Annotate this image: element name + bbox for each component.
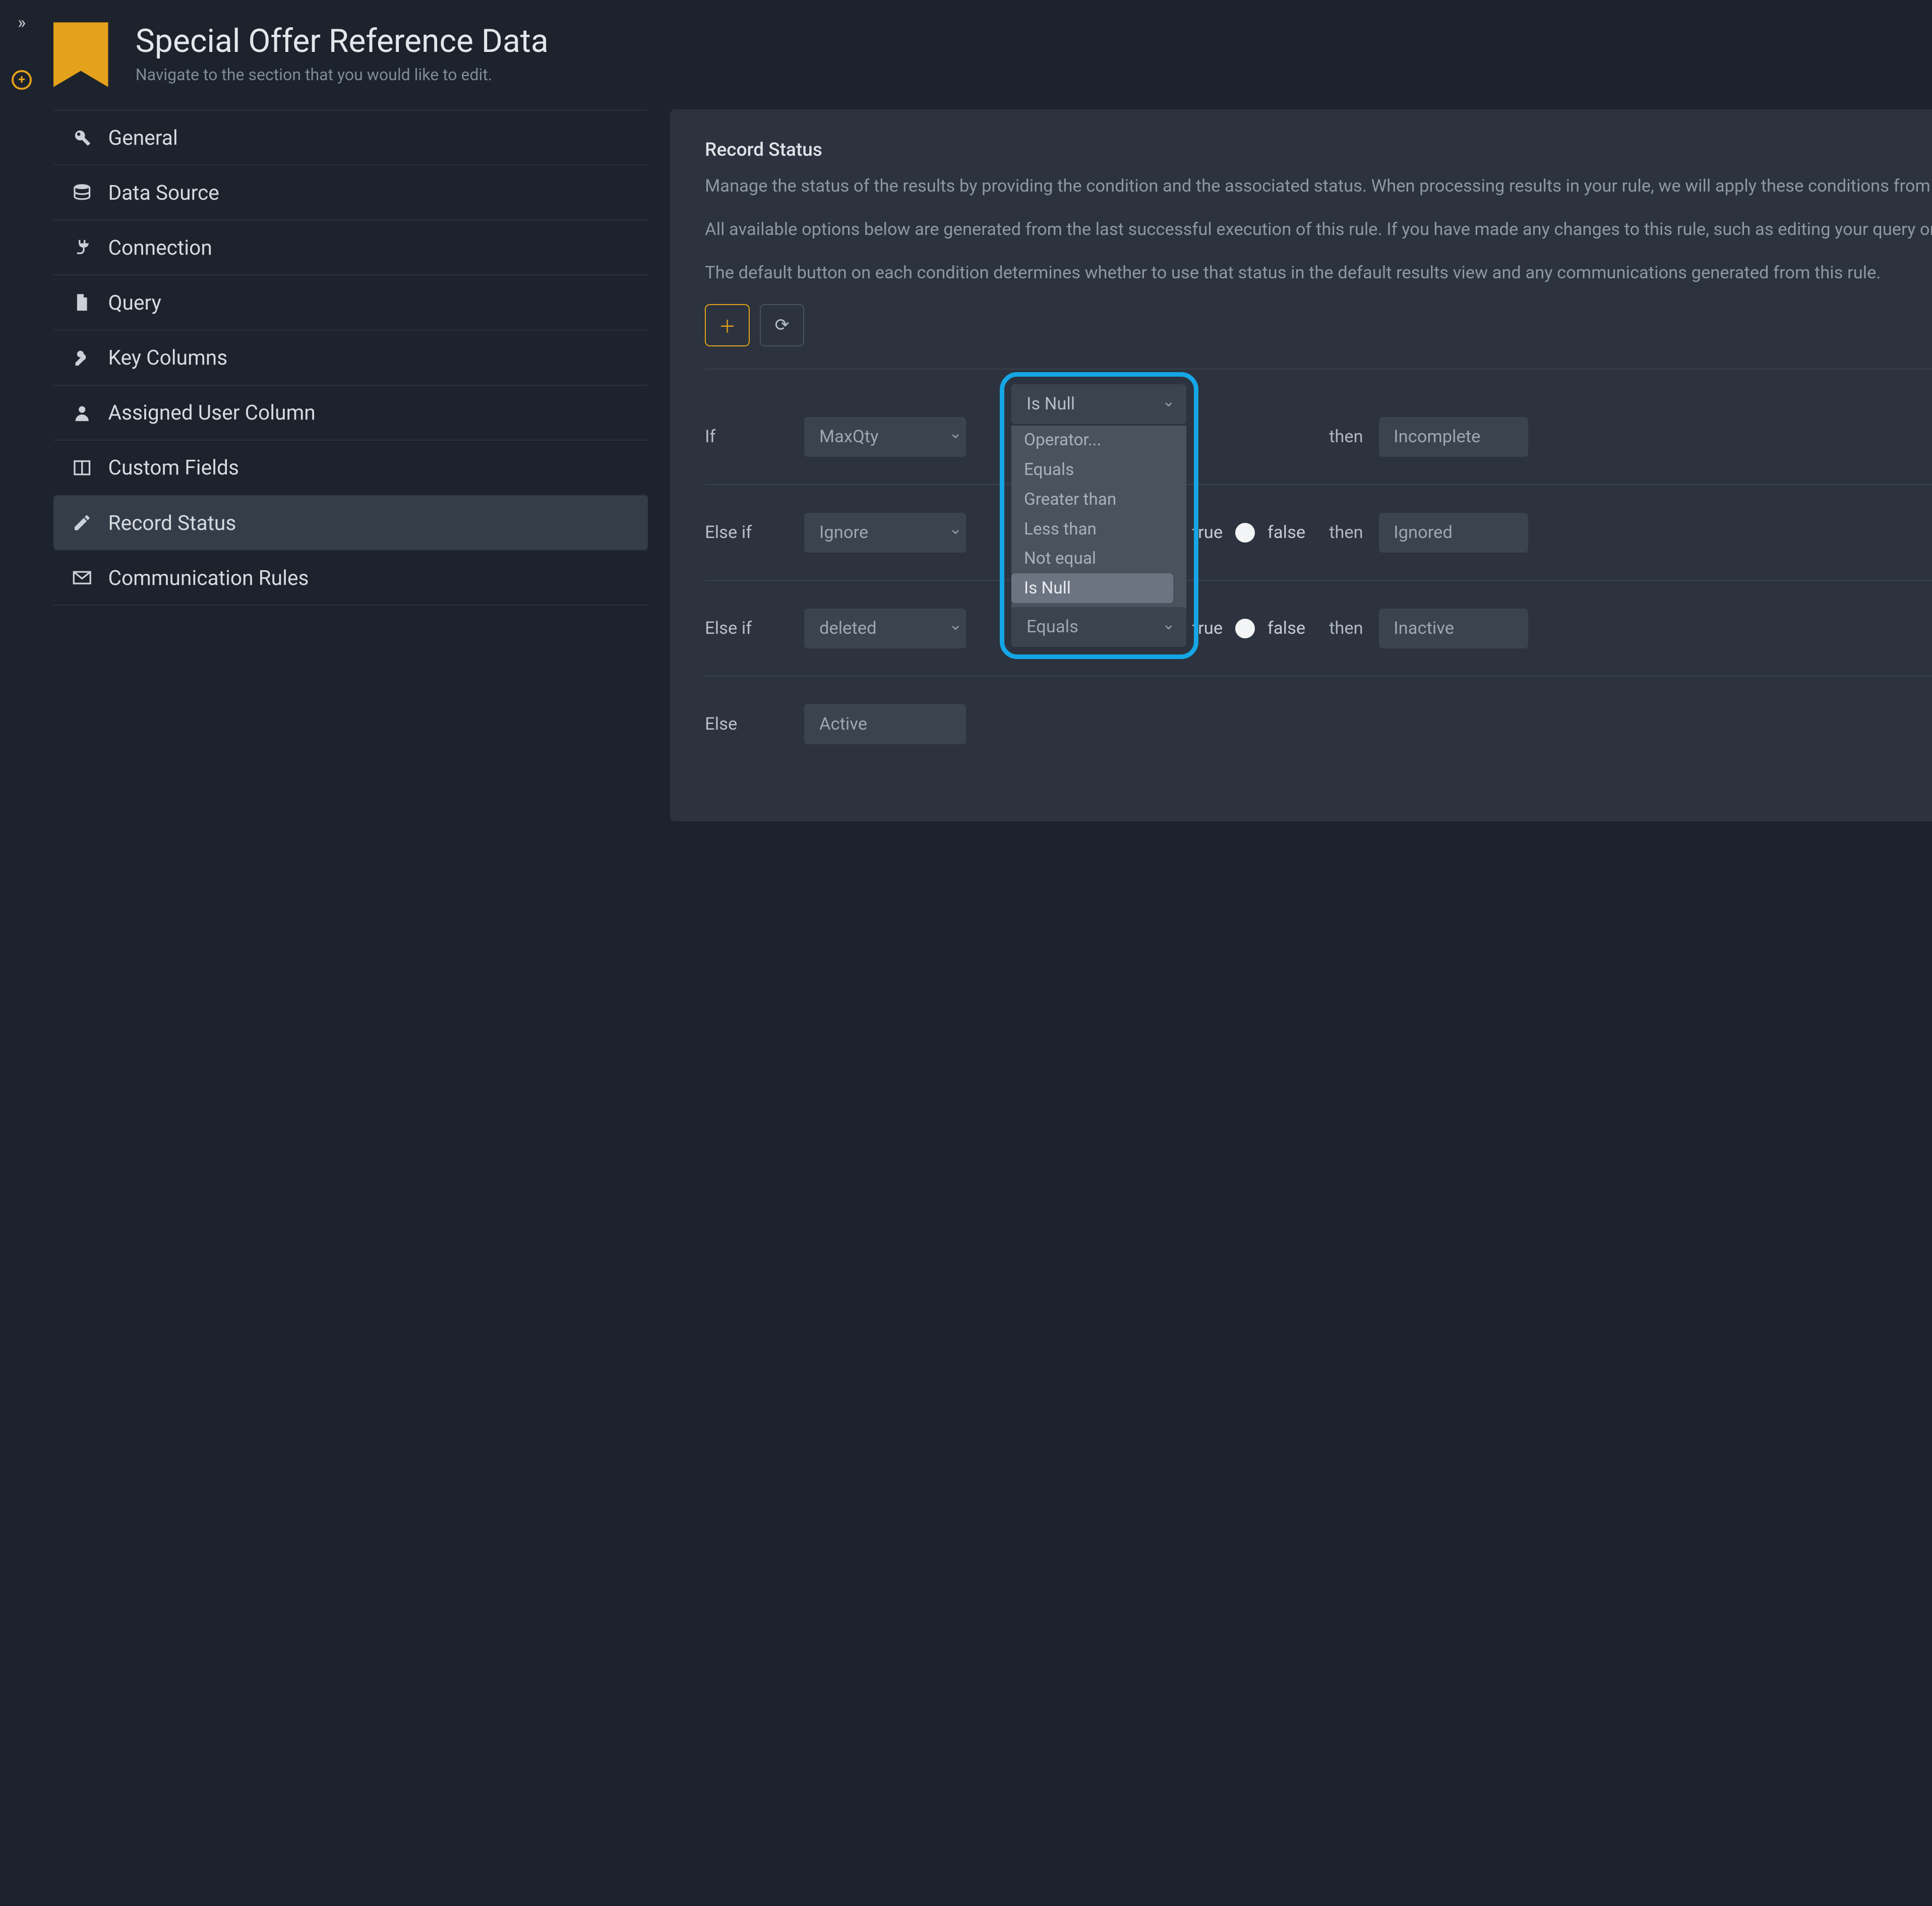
- rule-row-else: Else Active Default: [705, 677, 1932, 771]
- sidebar-item-general[interactable]: General: [53, 109, 648, 164]
- sidebar-item-assigned-user[interactable]: Assigned User Column: [53, 385, 648, 440]
- sidebar-item-label: Assigned User Column: [108, 400, 315, 425]
- sidebar-item-query[interactable]: Query: [53, 274, 648, 329]
- operator-option[interactable]: Equals: [1011, 455, 1186, 485]
- column-select[interactable]: Ignore: [804, 513, 966, 553]
- operator-dropdown-open: Is Null Operator... Equals Greater than …: [1000, 372, 1199, 659]
- bookmark-icon: [53, 22, 108, 87]
- operator-select[interactable]: Is Null: [1011, 384, 1186, 424]
- user-icon: [71, 403, 93, 423]
- rule-else-label: Else: [705, 714, 804, 734]
- add-circle-icon[interactable]: +: [12, 70, 31, 90]
- status-value[interactable]: Incomplete: [1379, 417, 1528, 457]
- key-icon: [71, 347, 93, 367]
- sidebar: General Data Source Connection Query Key…: [53, 109, 648, 821]
- sidebar-item-data-source[interactable]: Data Source: [53, 164, 648, 219]
- status-value[interactable]: Inactive: [1379, 609, 1528, 648]
- sidebar-item-key-columns[interactable]: Key Columns: [53, 330, 648, 385]
- rule-row: Else if deleted true false then Inactive…: [705, 581, 1932, 677]
- wrench-icon: [71, 128, 93, 147]
- status-value[interactable]: Ignored: [1379, 513, 1528, 553]
- sidebar-item-label: Record Status: [108, 511, 236, 535]
- radio-false-label: false: [1267, 618, 1305, 638]
- column-select-wrap: MaxQty: [804, 417, 973, 457]
- left-rail: » +: [0, 0, 43, 1906]
- title-block: Special Offer Reference Data Navigate to…: [136, 22, 549, 84]
- rule-elseif-label: Else if: [705, 618, 804, 638]
- content-paragraph-2: All available options below are generate…: [705, 217, 1932, 243]
- then-label: then: [1321, 427, 1378, 447]
- then-label: then: [1321, 618, 1378, 638]
- page-title: Special Offer Reference Data: [136, 22, 549, 60]
- content-panel: Record Status Manage the status of the r…: [670, 109, 1932, 821]
- content-paragraph-1: Manage the status of the results by prov…: [705, 173, 1932, 200]
- sidebar-item-connection[interactable]: Connection: [53, 219, 648, 274]
- rules-area: If MaxQty then Incomplete Default ⋮: [705, 389, 1932, 771]
- radio-false-label: false: [1267, 522, 1305, 543]
- file-icon: [71, 292, 93, 312]
- sidebar-item-label: General: [108, 126, 177, 150]
- radio-false[interactable]: [1235, 523, 1255, 543]
- envelope-icon: [71, 568, 93, 587]
- main-area: Special Offer Reference Data Navigate to…: [43, 0, 1932, 1906]
- content-heading: Record Status: [705, 139, 1932, 161]
- rule-row: If MaxQty then Incomplete Default ⋮: [705, 389, 1932, 485]
- refresh-rules-button[interactable]: ⟳: [760, 304, 805, 346]
- rule-if-label: If: [705, 427, 804, 447]
- add-rule-button[interactable]: ＋: [705, 304, 750, 346]
- operator-options-list: Operator... Equals Greater than Less tha…: [1011, 426, 1186, 612]
- content-paragraph-3: The default button on each condition det…: [705, 260, 1932, 286]
- sidebar-item-label: Query: [108, 290, 161, 315]
- refresh-icon: ⟳: [775, 315, 790, 335]
- header: Special Offer Reference Data Navigate to…: [53, 22, 1932, 109]
- sidebar-item-label: Custom Fields: [108, 455, 239, 480]
- operator-select-behind[interactable]: Equals: [1011, 607, 1186, 647]
- then-label: then: [1321, 522, 1378, 543]
- operator-option[interactable]: Greater than: [1011, 485, 1186, 514]
- sidebar-item-label: Key Columns: [108, 345, 227, 370]
- operator-option[interactable]: Less than: [1011, 514, 1186, 544]
- edit-icon: [71, 513, 93, 532]
- rules-toolbar: ＋ ⟳: [705, 304, 1932, 370]
- rule-elseif-label: Else if: [705, 522, 804, 543]
- sidebar-item-label: Connection: [108, 235, 212, 260]
- sidebar-item-label: Communication Rules: [108, 566, 309, 590]
- sidebar-item-custom-fields[interactable]: Custom Fields: [53, 440, 648, 495]
- plug-icon: [71, 237, 93, 257]
- else-status-value[interactable]: Active: [804, 704, 966, 744]
- sidebar-item-communication-rules[interactable]: Communication Rules: [53, 550, 648, 606]
- plus-icon: ＋: [718, 313, 736, 338]
- expand-left-icon[interactable]: »: [18, 13, 26, 33]
- rule-row: Else if Ignore true false then Ignored D…: [705, 485, 1932, 581]
- operator-option-selected[interactable]: Is Null: [1011, 573, 1173, 603]
- radio-false[interactable]: [1235, 619, 1255, 638]
- columns-icon: [71, 458, 93, 478]
- column-select[interactable]: deleted: [804, 609, 966, 648]
- database-icon: [71, 183, 93, 202]
- sidebar-item-label: Data Source: [108, 181, 219, 205]
- column-select[interactable]: MaxQty: [804, 417, 966, 457]
- page-subtitle: Navigate to the section that you would l…: [136, 65, 549, 84]
- sidebar-item-record-status[interactable]: Record Status: [53, 495, 648, 550]
- operator-option[interactable]: Operator...: [1011, 426, 1186, 455]
- operator-option[interactable]: Not equal: [1011, 544, 1186, 573]
